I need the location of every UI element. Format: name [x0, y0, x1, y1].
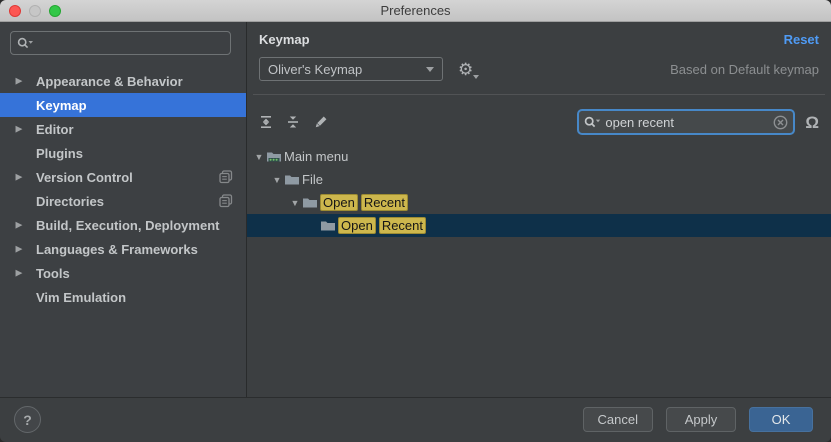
sidebar-item-keymap[interactable]: Keymap	[0, 93, 246, 117]
pencil-icon	[313, 115, 328, 130]
ok-button[interactable]: OK	[749, 407, 813, 432]
find-actions-by-shortcut-button[interactable]: Ω	[805, 114, 819, 131]
expand-arrow-icon[interactable]: ▶	[14, 244, 24, 255]
search-match-highlight: Open	[338, 217, 376, 234]
minimize-window-button	[29, 5, 41, 17]
tree-row[interactable]: ▼ OpenRecent	[247, 191, 831, 214]
expand-arrow-icon[interactable]: ▶	[14, 268, 24, 279]
dialog-footer: ? Cancel Apply OK	[0, 397, 831, 441]
actions-tree: ▼Main menu▼File▼OpenRecentOpenRecent	[247, 144, 831, 397]
settings-sidebar: ▶ Appearance & Behavior Keymap ▶ Editor Plugi…	[0, 22, 247, 397]
traffic-lights	[9, 5, 61, 17]
keymap-search-input[interactable]	[601, 115, 773, 130]
sidebar-item-appearance-behavior[interactable]: ▶ Appearance & Behavior	[0, 69, 246, 93]
based-on-label: Based on Default keymap	[670, 62, 819, 77]
expand-all-icon	[259, 115, 273, 129]
gear-icon[interactable]: ⚙	[458, 61, 473, 78]
search-match-highlight: Open	[320, 194, 358, 211]
clear-search-icon[interactable]	[773, 115, 788, 130]
folder-icon	[284, 173, 300, 186]
main-menu-folder-icon	[266, 150, 282, 163]
folder-icon	[302, 196, 318, 209]
sidebar-item-label: Plugins	[36, 146, 83, 161]
zoom-window-button[interactable]	[49, 5, 61, 17]
sidebar-item-label: Tools	[36, 266, 70, 281]
sidebar-item-label: Directories	[36, 194, 104, 209]
cancel-button[interactable]: Cancel	[583, 407, 653, 432]
sidebar-item-label: Appearance & Behavior	[36, 74, 183, 89]
tree-row[interactable]: ▼ Main menu	[247, 145, 831, 168]
tree-row[interactable]: ▼ File	[247, 168, 831, 191]
sidebar-item-version-control[interactable]: ▶ Version Control	[0, 165, 246, 189]
close-window-button[interactable]	[9, 5, 21, 17]
tree-row[interactable]: OpenRecent	[247, 214, 831, 237]
project-scope-indicator	[219, 194, 233, 208]
preferences-window: Preferences ▶ Appearance & Behavior Keymap…	[0, 0, 831, 442]
edit-shortcut-button[interactable]	[313, 115, 328, 130]
keymap-select-value: Oliver's Keymap	[268, 62, 362, 77]
settings-category-list: ▶ Appearance & Behavior Keymap ▶ Editor Plugi…	[0, 66, 246, 309]
sidebar-item-plugins[interactable]: Plugins	[0, 141, 246, 165]
sidebar-item-label: Keymap	[36, 98, 87, 113]
sidebar-item-languages-frameworks[interactable]: ▶ Languages & Frameworks	[0, 237, 246, 261]
reset-link[interactable]: Reset	[784, 32, 819, 47]
search-icon	[584, 116, 601, 129]
keymap-select[interactable]: Oliver's Keymap	[259, 57, 443, 81]
collapse-arrow-icon[interactable]: ▼	[288, 198, 302, 208]
keymap-search-field[interactable]	[577, 109, 795, 135]
chevron-down-icon	[473, 75, 479, 79]
search-match-highlight: Recent	[361, 194, 408, 211]
project-scope-indicator	[219, 170, 233, 184]
expand-arrow-icon[interactable]: ▶	[14, 76, 24, 87]
sidebar-item-directories[interactable]: Directories	[0, 189, 246, 213]
tree-row-label: File	[302, 172, 323, 187]
window-title: Preferences	[380, 3, 450, 18]
sidebar-item-label: Editor	[36, 122, 74, 137]
search-icon	[17, 37, 33, 50]
chevron-down-icon	[426, 67, 434, 72]
expand-arrow-icon[interactable]: ▶	[14, 172, 24, 183]
collapse-all-button[interactable]	[286, 115, 300, 129]
keymap-panel: Keymap Reset Oliver's Keymap ⚙ Based on …	[247, 22, 831, 397]
project-scope-icon	[219, 194, 233, 208]
sidebar-item-label: Vim Emulation	[36, 290, 126, 305]
apply-button[interactable]: Apply	[666, 407, 736, 432]
sidebar-item-tools[interactable]: ▶ Tools	[0, 261, 246, 285]
sidebar-item-editor[interactable]: ▶ Editor	[0, 117, 246, 141]
search-match-highlight: Recent	[379, 217, 426, 234]
settings-search-input[interactable]	[10, 31, 231, 55]
collapse-arrow-icon[interactable]: ▼	[252, 152, 266, 162]
sidebar-item-vim-emulation[interactable]: Vim Emulation	[0, 285, 246, 309]
help-button[interactable]: ?	[14, 406, 41, 433]
expand-arrow-icon[interactable]: ▶	[14, 124, 24, 135]
page-title: Keymap	[259, 32, 310, 47]
collapse-all-icon	[286, 115, 300, 129]
expand-arrow-icon[interactable]: ▶	[14, 220, 24, 231]
sidebar-item-label: Languages & Frameworks	[36, 242, 198, 257]
tree-row-label: Main menu	[284, 149, 348, 164]
sidebar-item-build-execution-deployment[interactable]: ▶ Build, Execution, Deployment	[0, 213, 246, 237]
project-scope-icon	[219, 170, 233, 184]
sidebar-item-label: Build, Execution, Deployment	[36, 218, 219, 233]
folder-icon	[320, 219, 336, 232]
collapse-arrow-icon[interactable]: ▼	[270, 175, 284, 185]
titlebar[interactable]: Preferences	[0, 0, 831, 22]
sidebar-item-label: Version Control	[36, 170, 133, 185]
expand-all-button[interactable]	[259, 115, 273, 129]
